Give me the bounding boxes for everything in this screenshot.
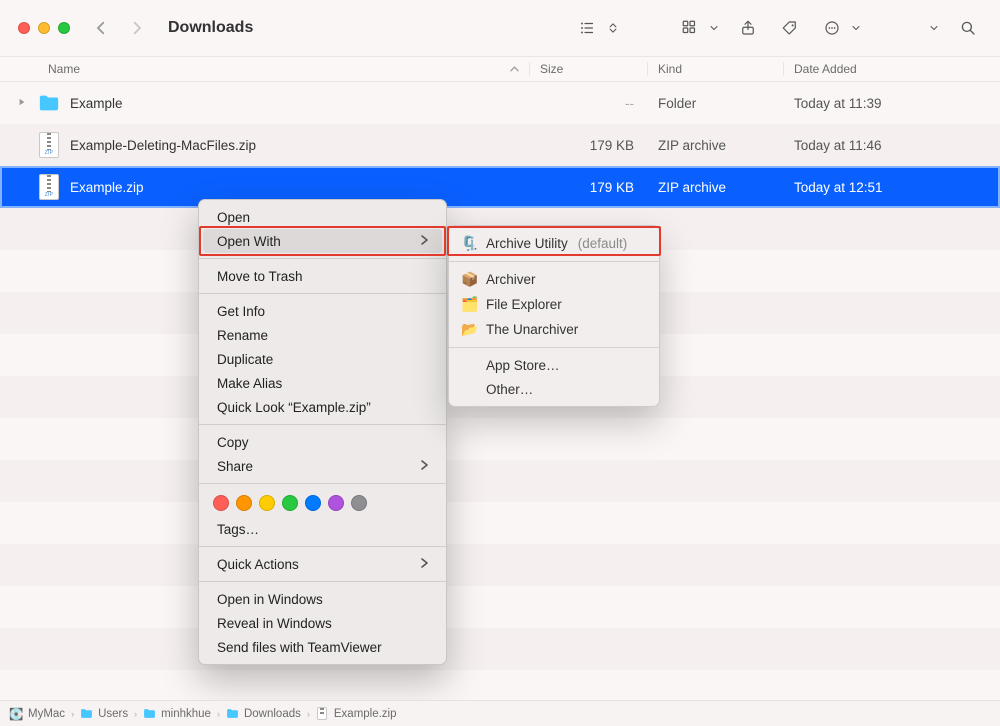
submenu-archive-utility[interactable]: 🗜️ Archive Utility (default) — [452, 231, 656, 256]
view-list-button[interactable] — [574, 14, 602, 42]
disclosure-triangle-icon[interactable] — [18, 98, 28, 109]
menu-open-in-windows[interactable]: Open in Windows — [203, 587, 442, 611]
menu-copy[interactable]: Copy — [203, 430, 442, 454]
context-menu: Open Open With Move to Trash Get Info Re… — [198, 199, 447, 665]
file-name: Example — [70, 96, 123, 111]
menu-make-alias[interactable]: Make Alias — [203, 371, 442, 395]
file-date: Today at 11:46 — [784, 138, 1000, 153]
archiver-icon: 📦 — [462, 272, 478, 288]
folder-icon — [226, 707, 239, 720]
open-with-submenu: 🗜️ Archive Utility (default) 📦 Archiver … — [448, 225, 660, 407]
file-size: 179 KB — [530, 138, 648, 153]
menu-duplicate[interactable]: Duplicate — [203, 347, 442, 371]
file-date: Today at 11:39 — [784, 96, 1000, 111]
window-close-button[interactable] — [18, 22, 30, 34]
chevron-right-icon — [420, 557, 428, 571]
menu-reveal-in-windows[interactable]: Reveal in Windows — [203, 611, 442, 635]
folder-icon — [143, 707, 156, 720]
submenu-other[interactable]: Other… — [452, 377, 656, 401]
menu-teamviewer[interactable]: Send files with TeamViewer — [203, 635, 442, 659]
tag-purple[interactable] — [328, 495, 344, 511]
tag-orange[interactable] — [236, 495, 252, 511]
chevron-right-icon — [420, 459, 428, 473]
tag-yellow[interactable] — [259, 495, 275, 511]
submenu-archiver[interactable]: 📦 Archiver — [452, 267, 656, 292]
zip-icon — [316, 707, 329, 720]
file-kind: ZIP archive — [648, 138, 784, 153]
file-kind: Folder — [648, 96, 784, 111]
file-explorer-icon: 🗂️ — [462, 297, 478, 313]
window-minimize-button[interactable] — [38, 22, 50, 34]
submenu-file-explorer[interactable]: 🗂️ File Explorer — [452, 292, 656, 317]
more-chevron-icon[interactable] — [850, 14, 862, 42]
menu-get-info[interactable]: Get Info — [203, 299, 442, 323]
column-date[interactable]: Date Added — [784, 62, 1000, 76]
chevron-right-icon: › — [217, 709, 220, 719]
archive-utility-icon: 🗜️ — [462, 236, 478, 252]
menu-tags[interactable]: Tags… — [203, 517, 442, 541]
tag-button[interactable] — [776, 14, 804, 42]
file-date: Today at 12:51 — [784, 180, 1000, 195]
file-row-folder[interactable]: Example -- Folder Today at 11:39 — [0, 82, 1000, 124]
path-users[interactable]: Users — [80, 707, 128, 720]
window-title: Downloads — [168, 19, 253, 37]
group-chevron-icon[interactable] — [708, 14, 720, 42]
path-file[interactable]: Example.zip — [316, 707, 397, 720]
chevron-right-icon: › — [71, 709, 74, 719]
window-toolbar: Downloads — [0, 0, 1000, 56]
column-kind[interactable]: Kind — [648, 62, 784, 76]
file-kind: ZIP archive — [648, 180, 784, 195]
overflow-chevron-icon[interactable] — [928, 14, 940, 42]
nav-forward-button[interactable] — [126, 15, 148, 41]
folder-icon — [38, 89, 60, 117]
chevron-right-icon: › — [134, 709, 137, 719]
chevron-right-icon: › — [307, 709, 310, 719]
path-mymac[interactable]: 💽 MyMac — [10, 707, 65, 720]
traffic-lights — [18, 22, 70, 34]
group-by-button[interactable] — [676, 14, 704, 42]
view-list-chevron-icon[interactable] — [606, 14, 620, 42]
menu-move-to-trash[interactable]: Move to Trash — [203, 264, 442, 288]
submenu-unarchiver[interactable]: 📂 The Unarchiver — [452, 317, 656, 342]
zip-icon: ZIP — [38, 131, 60, 159]
path-user[interactable]: minhkhue — [143, 707, 211, 720]
share-button[interactable] — [734, 14, 762, 42]
window-maximize-button[interactable] — [58, 22, 70, 34]
menu-open-with[interactable]: Open With — [203, 229, 442, 253]
search-button[interactable] — [954, 14, 982, 42]
menu-quick-actions[interactable]: Quick Actions — [203, 552, 442, 576]
drive-icon: 💽 — [10, 707, 23, 720]
menu-tag-colors — [199, 489, 446, 517]
column-size[interactable]: Size — [530, 62, 648, 76]
file-name: Example-Deleting-MacFiles.zip — [70, 138, 256, 153]
path-bar: 💽 MyMac › Users › minhkhue › Downloads ›… — [0, 700, 1000, 726]
zip-icon: ZIP — [38, 173, 60, 201]
nav-back-button[interactable] — [90, 15, 112, 41]
file-row-zip-selected[interactable]: ZIP Example.zip 179 KB ZIP archive Today… — [0, 166, 1000, 208]
file-row-zip[interactable]: ZIP Example-Deleting-MacFiles.zip 179 KB… — [0, 124, 1000, 166]
folder-icon — [80, 707, 93, 720]
tag-green[interactable] — [282, 495, 298, 511]
path-downloads[interactable]: Downloads — [226, 707, 301, 720]
tag-red[interactable] — [213, 495, 229, 511]
column-header: Name Size Kind Date Added — [0, 56, 1000, 82]
file-size: 179 KB — [530, 180, 648, 195]
unarchiver-icon: 📂 — [462, 322, 478, 338]
file-size: -- — [530, 96, 648, 111]
sort-indicator-icon — [510, 66, 519, 72]
tag-blue[interactable] — [305, 495, 321, 511]
chevron-right-icon — [420, 234, 428, 248]
menu-quick-look[interactable]: Quick Look “Example.zip” — [203, 395, 442, 419]
menu-open[interactable]: Open — [203, 205, 442, 229]
column-name-label: Name — [48, 62, 80, 76]
menu-share[interactable]: Share — [203, 454, 442, 478]
more-actions-button[interactable] — [818, 14, 846, 42]
submenu-app-store[interactable]: App Store… — [452, 353, 656, 377]
file-name: Example.zip — [70, 180, 144, 195]
menu-rename[interactable]: Rename — [203, 323, 442, 347]
column-name[interactable]: Name — [0, 62, 530, 76]
tag-gray[interactable] — [351, 495, 367, 511]
